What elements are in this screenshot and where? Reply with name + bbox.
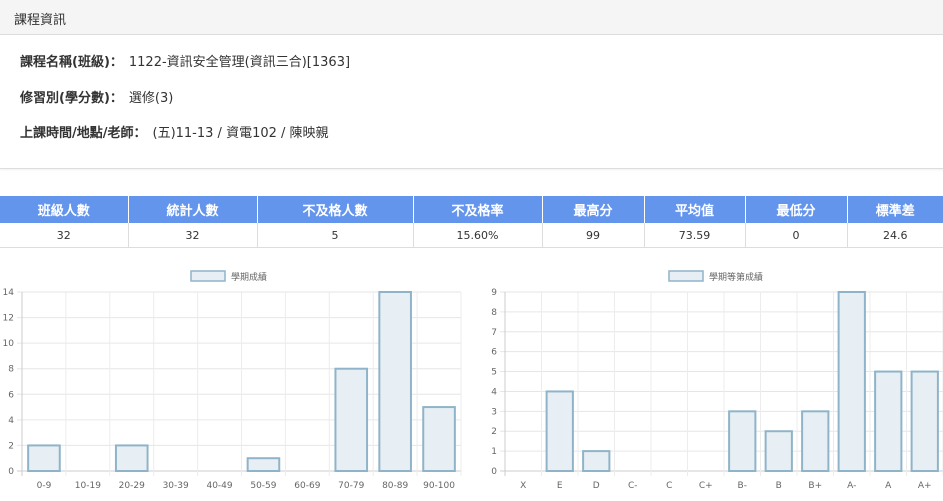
- course-time-row: 上課時間/地點/老師： (五)11-13 / 資電102 / 陳映親: [20, 122, 329, 141]
- x-tick-label: 50-59: [250, 481, 276, 491]
- y-tick-label: 10: [3, 339, 15, 349]
- bar-80-89: [378, 291, 412, 472]
- panel-title: 課程資訊: [14, 13, 67, 28]
- stats-value-cell: 5: [257, 223, 414, 248]
- legend-label: 學期等第成績: [709, 271, 763, 283]
- y-tick-label: 6: [8, 390, 14, 400]
- course-type-value: 選修(3): [128, 91, 174, 106]
- y-tick-label: 12: [3, 314, 14, 324]
- stats-value-cell: 32: [0, 223, 129, 248]
- x-tick-label: 0-9: [37, 481, 52, 491]
- x-tick-label: 70-79: [338, 481, 364, 491]
- x-tick-label: 10-19: [75, 481, 101, 491]
- stats-header-cell: 最高分: [542, 196, 645, 223]
- y-tick-label: 7: [491, 328, 497, 338]
- stats-header-cell: 標準差: [847, 196, 943, 223]
- bar-A-: [837, 291, 866, 472]
- bar-E: [545, 390, 574, 472]
- stats-header-cell: 統計人數: [128, 196, 258, 223]
- course-name-row: 課程名稱(班級)： 1122-資訊安全管理(資訊三合)[1363]: [20, 51, 350, 70]
- y-tick-label: 8: [491, 308, 497, 318]
- bar-0-9: [27, 444, 61, 473]
- x-tick-label: A+: [918, 481, 932, 491]
- stats-value-cell: 24.6: [847, 223, 943, 248]
- x-tick-label: 80-89: [382, 481, 408, 491]
- x-tick-label: 90-100: [423, 481, 455, 491]
- y-tick-label: 2: [8, 441, 14, 451]
- stats-header-cell: 平均值: [644, 196, 746, 223]
- bar-B: [764, 430, 793, 473]
- panel-header: 課程資訊: [0, 0, 943, 35]
- x-tick-label: E: [557, 481, 563, 491]
- bar-90-100: [422, 406, 456, 472]
- x-tick-label: D: [593, 481, 600, 491]
- stats-header-row: 班級人數 統計人數 不及格人數 不及格率 最高分 平均值 最低分 標準差: [0, 196, 943, 223]
- bar-A: [874, 370, 903, 472]
- y-tick-label: 4: [8, 416, 14, 426]
- stats-header-cell: 班級人數: [0, 196, 129, 223]
- x-tick-label: C: [666, 481, 672, 491]
- course-time-label: 上課時間/地點/老師：: [20, 126, 147, 141]
- legend-swatch: [668, 270, 704, 282]
- y-tick-label: 0: [8, 467, 14, 477]
- course-type-label: 修習別(學分數)：: [20, 91, 123, 106]
- y-tick-label: 4: [491, 387, 497, 397]
- course-time-value: (五)11-13 / 資電102 / 陳映親: [152, 126, 329, 141]
- stats-value-cell: 32: [128, 223, 258, 248]
- x-tick-label: A-: [847, 481, 856, 491]
- stats-value-cell: 15.60%: [413, 223, 543, 248]
- y-tick-label: 5: [491, 368, 497, 378]
- score-stats-table: 班級人數 統計人數 不及格人數 不及格率 最高分 平均值 最低分 標準差 32 …: [0, 196, 943, 248]
- x-tick-label: X: [520, 481, 526, 491]
- x-tick-label: A: [885, 481, 892, 491]
- x-tick-label: 30-39: [163, 481, 189, 491]
- stats-header-cell: 不及格人數: [257, 196, 414, 223]
- table-row: 32 32 5 15.60% 99 73.59 0 24.6: [0, 223, 943, 248]
- legend-swatch: [190, 270, 226, 282]
- y-tick-label: 3: [491, 407, 497, 417]
- bar-20-29: [114, 444, 149, 473]
- x-tick-label: C-: [628, 481, 638, 491]
- course-type-row: 修習別(學分數)： 選修(3): [20, 87, 173, 106]
- stats-value-cell: 0: [745, 223, 848, 248]
- semester-score-histogram: 學期成績 0 2 4 6 8 10 12 14 0-9 10-19 20-29 30-39 40-49 50…: [3, 270, 462, 491]
- bar-A+: [910, 370, 939, 472]
- legend-label: 學期成績: [231, 271, 267, 283]
- stats-header-cell: 最低分: [745, 196, 848, 223]
- x-tick-label: B+: [808, 481, 822, 491]
- bar-B+: [801, 410, 830, 472]
- x-tick-label: C+: [699, 481, 713, 491]
- y-tick-label: 8: [8, 365, 14, 375]
- stats-value-cell: 99: [542, 223, 645, 248]
- course-name-label: 課程名稱(班級)：: [20, 55, 123, 70]
- x-tick-label: 40-49: [206, 481, 232, 491]
- y-tick-label: 6: [491, 348, 497, 358]
- x-tick-label: 20-29: [119, 481, 145, 491]
- bar-B-: [728, 410, 757, 472]
- bar-D: [582, 450, 611, 473]
- stats-value-cell: 73.59: [644, 223, 746, 248]
- bar-50-59: [246, 457, 281, 472]
- stats-header-cell: 不及格率: [413, 196, 543, 223]
- y-tick-label: 1: [491, 447, 497, 457]
- course-info: 課程名稱(班級)： 1122-資訊安全管理(資訊三合)[1363] 修習別(學分數…: [0, 35, 943, 169]
- semester-grade-histogram: 學期等第成績 0 1 2 3 4 5 6 7 8 9 X E D C- C C+ B- B B+ A- A A+: [491, 270, 943, 491]
- y-tick-label: 0: [491, 467, 497, 477]
- y-tick-label: 2: [491, 427, 497, 437]
- y-tick-label: 9: [491, 288, 497, 298]
- bar-70-79: [334, 367, 369, 472]
- x-tick-label: 60-69: [294, 481, 320, 491]
- x-tick-label: B-: [738, 481, 747, 491]
- x-tick-label: B: [776, 481, 782, 491]
- course-name-value: 1122-資訊安全管理(資訊三合)[1363]: [128, 55, 351, 70]
- y-tick-label: 14: [3, 288, 15, 298]
